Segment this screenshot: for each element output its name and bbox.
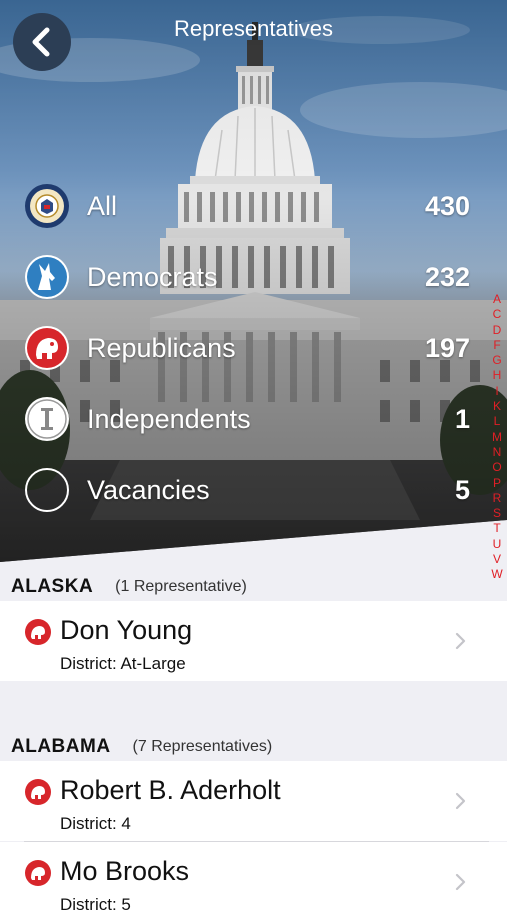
index-letter[interactable]: T [490,521,504,536]
category-democrats[interactable]: Democrats 232 [24,253,470,301]
republican-party-icon [25,860,51,886]
index-letter[interactable]: U [490,537,504,552]
republican-party-icon [25,619,51,645]
index-letter[interactable]: I [490,384,504,399]
index-letter[interactable]: N [490,445,504,460]
republican-party-icon [25,779,51,805]
category-count-all: 430 [424,190,470,221]
category-vacancies[interactable]: Vacancies 5 [24,466,470,514]
section-rep-count: (1 Representative) [115,578,247,595]
category-count-vacancies: 5 [454,474,470,505]
vacancy-circle-icon [25,468,69,512]
house-seal-icon [25,184,69,228]
category-independents[interactable]: Independents 1 [24,395,470,443]
index-letter[interactable]: L [490,414,504,429]
representative-district: District: 4 [60,814,131,833]
index-letter[interactable]: F [490,338,504,353]
section-state-name: ALABAMA [11,736,111,757]
page-title: Representatives [174,16,333,41]
chevron-right-icon [455,632,466,650]
index-letter[interactable]: H [490,368,504,383]
alphabet-index[interactable]: A C D F G H I K L M N O P R S T U V W [490,292,504,583]
representative-name: Mo Brooks [60,856,190,886]
index-letter[interactable]: O [490,460,504,475]
representative-row[interactable]: Don Young District: At-Large [0,601,507,681]
representative-district: District: At-Large [60,654,186,673]
index-letter[interactable]: D [490,323,504,338]
category-label-independents: Independents [87,403,251,434]
index-letter[interactable]: C [490,307,504,322]
index-letter[interactable]: P [490,476,504,491]
index-letter[interactable]: A [490,292,504,307]
category-label-republicans: Republicans [87,332,236,363]
category-label-vacancies: Vacancies [87,474,210,505]
index-letter[interactable]: K [490,399,504,414]
chevron-right-icon [455,873,466,891]
category-label-democrats: Democrats [87,261,218,292]
category-republicans[interactable]: Republicans 197 [24,324,470,372]
representative-name: Don Young [60,615,193,645]
index-letter[interactable]: M [490,430,504,445]
category-count-republicans: 197 [424,332,470,363]
representative-row[interactable]: Mo Brooks District: 5 [0,842,507,922]
index-letter[interactable]: S [490,506,504,521]
section-state-name: ALASKA [11,576,94,597]
representative-row[interactable]: Robert B. Aderholt District: 4 [0,761,507,841]
representative-name: Robert B. Aderholt [60,775,281,805]
category-count-democrats: 232 [424,261,470,292]
category-count-independents: 1 [454,403,470,434]
chevron-right-icon [455,792,466,810]
category-label-all: All [87,190,118,221]
donkey-icon [25,255,69,299]
index-letter[interactable]: G [490,353,504,368]
independent-icon [25,397,69,441]
section-rep-count: (7 Representatives) [132,738,273,755]
elephant-icon [25,326,69,370]
category-all[interactable]: All 430 [24,182,470,230]
representative-district: District: 5 [60,895,131,914]
index-letter[interactable]: V [490,552,504,567]
index-letter[interactable]: R [490,491,504,506]
